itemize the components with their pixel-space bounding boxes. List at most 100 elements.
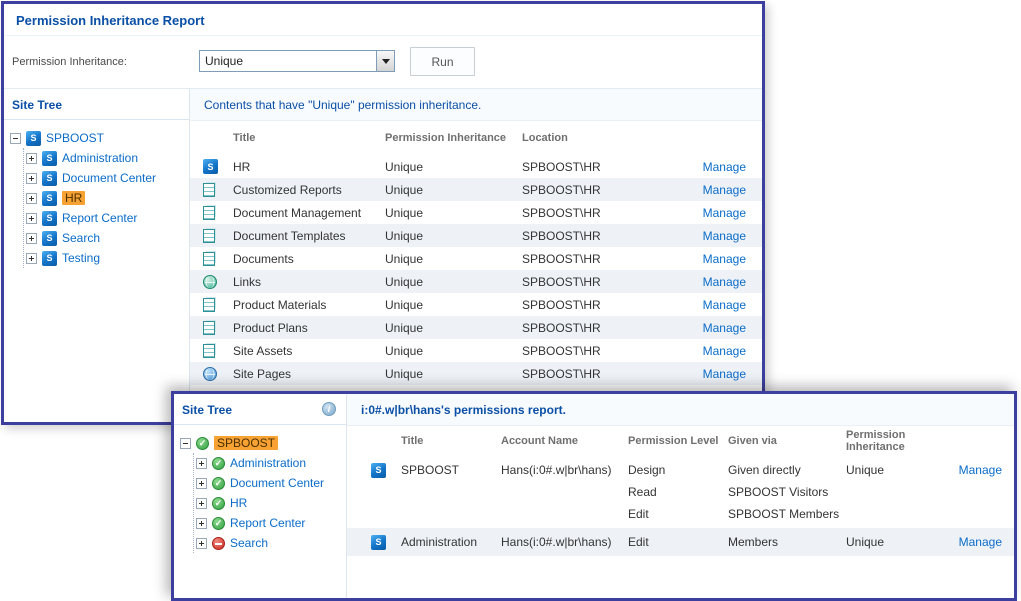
sharepoint-site-icon: S (42, 210, 57, 226)
sharepoint-site-icon: S (42, 230, 57, 246)
expand-icon[interactable] (196, 517, 207, 529)
expand-icon[interactable] (196, 457, 207, 469)
tree-item-label: HR (230, 496, 248, 510)
expand-icon[interactable] (26, 172, 37, 184)
row-inheritance: Unique (385, 251, 424, 266)
row-title: Site Assets (233, 343, 293, 358)
row-location: SPBOOST\HR (522, 366, 601, 381)
tree-item-document-center[interactable]: S Document Center (24, 168, 187, 188)
expand-icon[interactable] (26, 152, 37, 164)
expand-icon[interactable] (196, 477, 207, 489)
row-location: SPBOOST\HR (522, 343, 601, 358)
tree-item-testing[interactable]: S Testing (24, 248, 187, 268)
collapse-icon[interactable] (180, 437, 191, 449)
column-title: Title (233, 132, 256, 144)
row-title: Product Materials (233, 297, 327, 312)
check-circle-icon (196, 436, 209, 450)
chevron-down-icon (381, 58, 390, 64)
tree-item-spboost[interactable]: SPBOOST (180, 433, 344, 453)
tree-item-document-center[interactable]: Document Center (194, 473, 344, 493)
column-account-name: Account Name (501, 435, 579, 447)
tree-item-search[interactable]: S Search (24, 228, 187, 248)
tree-item-hr[interactable]: HR (194, 493, 344, 513)
document-library-icon (203, 320, 215, 335)
manage-link[interactable]: Manage (703, 344, 746, 358)
manage-link[interactable]: Manage (703, 252, 746, 266)
tree-item-label: Testing (62, 251, 101, 265)
dropdown-button[interactable] (376, 51, 394, 71)
table-row: Links Unique SPBOOST\HR Manage (190, 270, 762, 293)
blocked-icon (212, 536, 225, 550)
column-permission-inheritance: Permission Inheritance (846, 429, 906, 453)
tree-item-administration[interactable]: Administration (194, 453, 344, 473)
site-tree-header: Site Tree (4, 89, 189, 120)
manage-link[interactable]: Manage (703, 275, 746, 289)
row-title: Customized Reports (233, 182, 342, 197)
manage-link[interactable]: Manage (703, 367, 746, 381)
manage-link[interactable]: Manage (959, 463, 1002, 477)
table-row: Document Management Unique SPBOOST\HR Ma… (190, 201, 762, 224)
info-icon[interactable]: i (322, 402, 336, 416)
expand-icon[interactable] (196, 497, 207, 509)
collapse-icon[interactable] (10, 132, 21, 144)
permission-inheritance-select[interactable]: Unique (199, 50, 395, 72)
expand-icon[interactable] (26, 192, 37, 204)
tree-item-label-selected: SPBOOST (214, 436, 279, 450)
report-form: Permission Inheritance: Unique Run (4, 36, 762, 89)
row-permission-level: Read (628, 485, 657, 499)
row-inheritance: Unique (385, 297, 424, 312)
row-title: HR (233, 159, 251, 174)
expand-icon[interactable] (26, 232, 37, 244)
tree-item-label: Document Center (230, 476, 325, 490)
tree-item-report-center[interactable]: Report Center (194, 513, 344, 533)
manage-link[interactable]: Manage (703, 321, 746, 335)
row-inheritance: Unique (385, 182, 424, 197)
row-inheritance: Unique (846, 463, 885, 477)
document-library-icon (203, 182, 215, 197)
tree-item-report-center[interactable]: S Report Center (24, 208, 187, 228)
check-circle-icon (212, 516, 225, 530)
row-location: SPBOOST\HR (522, 228, 601, 243)
sharepoint-site-icon: S (42, 150, 57, 166)
row-location: SPBOOST\HR (522, 251, 601, 266)
selected-option: Unique (205, 54, 244, 68)
document-library-icon (203, 205, 215, 220)
check-circle-icon (212, 496, 225, 510)
table-row: Documents Unique SPBOOST\HR Manage (190, 247, 762, 270)
row-permission-level: Edit (628, 507, 649, 521)
row-inheritance: Unique (385, 320, 424, 335)
tree-item-label: Report Center (62, 211, 138, 225)
manage-link[interactable]: Manage (959, 535, 1002, 549)
column-permission-level: Permission Level (628, 435, 719, 447)
table-row: Product Materials Unique SPBOOST\HR Mana… (190, 293, 762, 316)
tree-item-hr[interactable]: S HR (24, 188, 187, 208)
site-tree-panel: Site Tree S SPBOOST S Administration S D… (4, 89, 190, 421)
tree-item-search[interactable]: Search (194, 533, 344, 553)
check-circle-icon (212, 456, 225, 470)
row-permission-level: Edit (628, 535, 649, 549)
sharepoint-site-icon: S (42, 190, 57, 206)
column-permission-inheritance: Permission Inheritance (385, 132, 507, 144)
sharepoint-site-icon: S (371, 534, 386, 550)
sharepoint-site-icon: S (26, 130, 41, 146)
expand-icon[interactable] (26, 212, 37, 224)
run-button[interactable]: Run (410, 47, 475, 76)
manage-link[interactable]: Manage (703, 229, 746, 243)
manage-link[interactable]: Manage (703, 160, 746, 174)
tree-item-label: Report Center (230, 516, 306, 530)
row-title: Document Templates (233, 228, 346, 243)
tree-item-administration[interactable]: S Administration (24, 148, 187, 168)
tree-item-label: Search (62, 231, 101, 245)
manage-link[interactable]: Manage (703, 298, 746, 312)
table-header-row: Title Account Name Permission Level Give… (347, 426, 1014, 456)
tree-item-label: Search (230, 536, 269, 550)
document-library-icon (203, 343, 215, 358)
row-title: Administration (401, 535, 478, 549)
expand-icon[interactable] (196, 537, 207, 549)
tree-item-label-selected: HR (62, 191, 86, 205)
tree-item-label: Administration (62, 151, 139, 165)
manage-link[interactable]: Manage (703, 183, 746, 197)
tree-item-spboost[interactable]: S SPBOOST (10, 128, 187, 148)
manage-link[interactable]: Manage (703, 206, 746, 220)
expand-icon[interactable] (26, 252, 37, 264)
